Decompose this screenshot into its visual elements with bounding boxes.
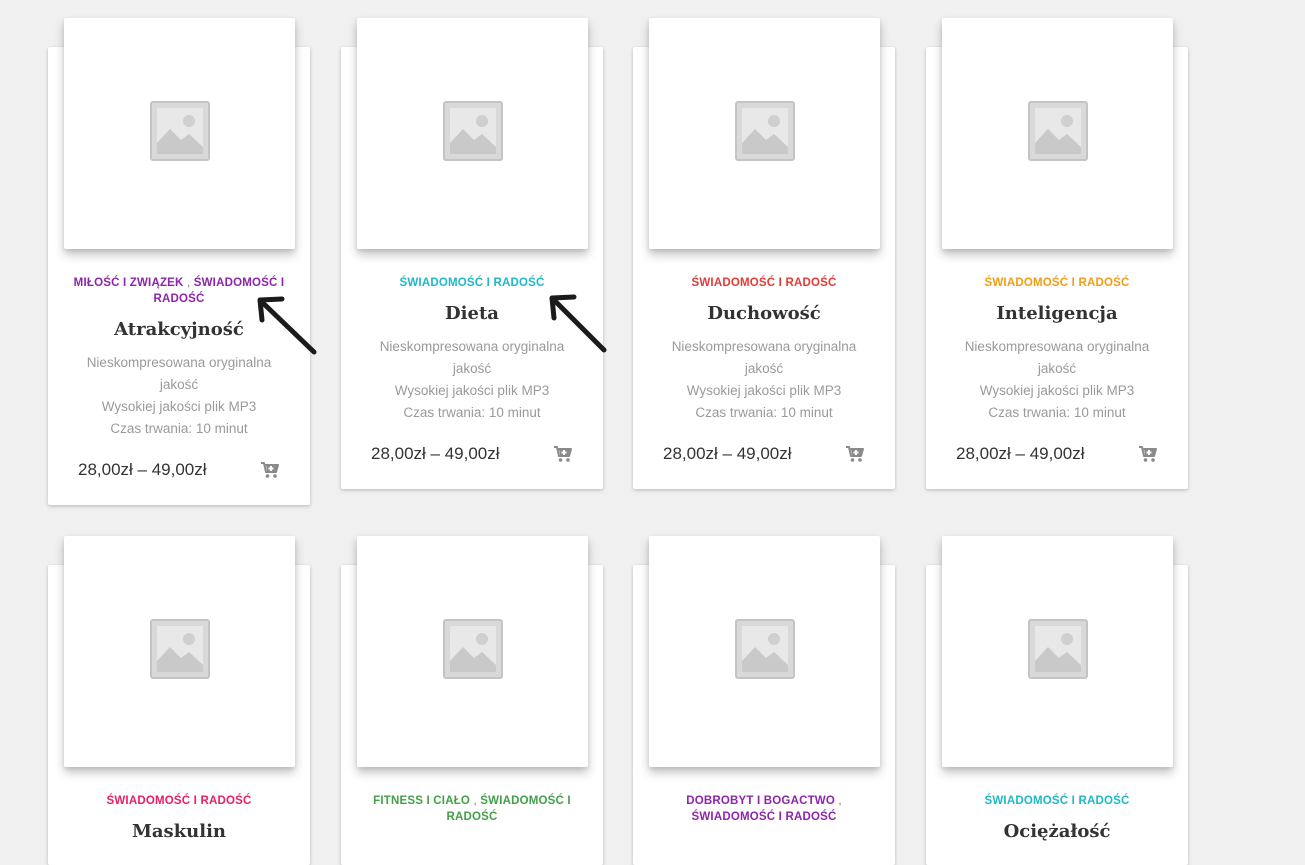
category-link[interactable]: ŚWIADOMOŚĆ I RADOŚĆ	[985, 277, 1130, 289]
category-link[interactable]: ŚWIADOMOŚĆ I RADOŚĆ	[107, 795, 252, 807]
product-thumbnail[interactable]	[942, 18, 1173, 249]
annotation-arrow-1	[257, 296, 317, 355]
product-thumbnail[interactable]	[357, 18, 588, 249]
product-card[interactable]: ŚWIADOMOŚĆ I RADOŚĆ Duchowość Nieskompreso…	[633, 18, 895, 489]
product-categories: DOBROBYT I BOGACTWO , ŚWIADOMOŚĆ I RADOŚ…	[653, 793, 875, 825]
product-categories: ŚWIADOMOŚĆ I RADOŚĆ	[653, 275, 875, 291]
image-placeholder-icon	[1026, 617, 1090, 686]
image-placeholder-icon	[733, 99, 797, 168]
description-line: Wysokiej jakości plik MP3	[979, 383, 1135, 398]
product-price: 28,00zł – 49,00zł	[956, 444, 1085, 463]
product-card[interactable]: ŚWIADOMOŚĆ I RADOŚĆ Maskulin	[48, 536, 310, 865]
category-separator: ,	[835, 795, 842, 807]
product-thumbnail[interactable]	[64, 536, 295, 767]
category-link[interactable]: DOBROBYT I BOGACTWO	[686, 795, 835, 807]
add-to-cart-icon[interactable]	[553, 445, 573, 463]
description-line: Nieskompresowana oryginalna jakość	[671, 339, 857, 376]
product-categories: ŚWIADOMOŚĆ I RADOŚĆ	[68, 793, 290, 809]
image-placeholder-icon	[441, 99, 505, 168]
product-categories: FITNESS I CIAŁO , ŚWIADOMOŚĆ I RADOŚĆ	[361, 793, 583, 825]
product-thumbnail[interactable]	[64, 18, 295, 249]
image-placeholder-icon	[441, 617, 505, 686]
product-card[interactable]: ŚWIADOMOŚĆ I RADOŚĆ Inteligencja Nieskompr…	[926, 18, 1188, 489]
description-line: Czas trwania: 10 minut	[988, 405, 1126, 420]
description-line: Nieskompresowana oryginalna jakość	[964, 339, 1150, 376]
category-link[interactable]: MIŁOŚĆ I ZWIĄZEK	[74, 277, 184, 289]
category-separator: ,	[183, 277, 194, 289]
product-thumbnail[interactable]	[649, 18, 880, 249]
product-card[interactable]: MIŁOŚĆ I ZWIĄZEK , ŚWIADOMOŚĆ I RADOŚĆ At…	[48, 18, 310, 505]
product-thumbnail[interactable]	[649, 536, 880, 767]
product-title[interactable]: Ociężałość	[936, 821, 1178, 842]
image-placeholder-icon	[733, 617, 797, 686]
product-title[interactable]: Inteligencja	[936, 303, 1178, 324]
add-to-cart-icon[interactable]	[1138, 445, 1158, 463]
product-description: Nieskompresowana oryginalna jakość Wysoki…	[661, 336, 867, 424]
description-line: Czas trwania: 10 minut	[110, 421, 248, 436]
category-link[interactable]: ŚWIADOMOŚĆ I RADOŚĆ	[692, 277, 837, 289]
product-price: 28,00zł – 49,00zł	[663, 444, 792, 463]
add-to-cart-icon[interactable]	[845, 445, 865, 463]
product-categories: ŚWIADOMOŚĆ I RADOŚĆ	[946, 793, 1168, 809]
category-link[interactable]: ŚWIADOMOŚĆ I RADOŚĆ	[985, 795, 1130, 807]
category-link[interactable]: ŚWIADOMOŚĆ I RADOŚĆ	[400, 277, 545, 289]
image-placeholder-icon	[148, 617, 212, 686]
category-separator: ,	[470, 795, 481, 807]
product-price: 28,00zł – 49,00zł	[371, 444, 500, 463]
product-description: Nieskompresowana oryginalna jakość Wysoki…	[954, 336, 1160, 424]
annotation-arrow-2	[549, 294, 607, 353]
product-thumbnail[interactable]	[357, 536, 588, 767]
product-price: 28,00zł – 49,00zł	[78, 460, 207, 479]
description-line: Wysokiej jakości plik MP3	[394, 383, 550, 398]
product-card[interactable]: DOBROBYT I BOGACTWO , ŚWIADOMOŚĆ I RADOŚ…	[633, 536, 895, 865]
product-thumbnail[interactable]	[942, 536, 1173, 767]
description-line: Czas trwania: 10 minut	[695, 405, 833, 420]
description-line: Wysokiej jakości plik MP3	[101, 399, 257, 414]
product-card[interactable]: FITNESS I CIAŁO , ŚWIADOMOŚĆ I RADOŚĆ	[341, 536, 603, 865]
product-title[interactable]: Maskulin	[58, 821, 300, 842]
description-line: Czas trwania: 10 minut	[403, 405, 541, 420]
product-card[interactable]: ŚWIADOMOŚĆ I RADOŚĆ Ociężałość	[926, 536, 1188, 865]
product-card[interactable]: ŚWIADOMOŚĆ I RADOŚĆ Dieta Nieskompresowana…	[341, 18, 603, 489]
add-to-cart-icon[interactable]	[260, 461, 280, 479]
product-categories: ŚWIADOMOŚĆ I RADOŚĆ	[946, 275, 1168, 291]
category-link[interactable]: FITNESS I CIAŁO	[373, 795, 470, 807]
image-placeholder-icon	[1026, 99, 1090, 168]
category-link[interactable]: ŚWIADOMOŚĆ I RADOŚĆ	[692, 811, 837, 823]
description-line: Wysokiej jakości plik MP3	[686, 383, 842, 398]
product-title[interactable]: Duchowość	[643, 303, 885, 324]
product-description: Nieskompresowana oryginalna jakość Wysoki…	[76, 352, 282, 440]
image-placeholder-icon	[148, 99, 212, 168]
